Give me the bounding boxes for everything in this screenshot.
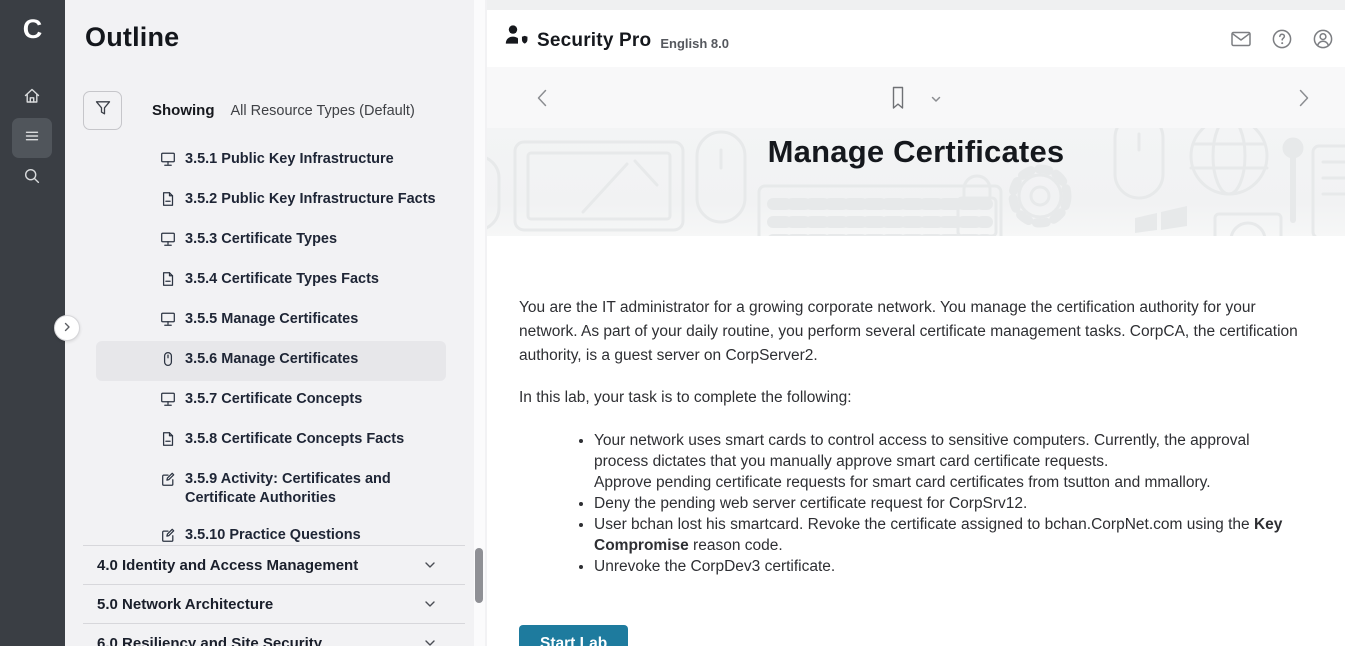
edit-icon <box>160 471 176 492</box>
task-list: Your network uses smart cards to control… <box>519 430 1305 577</box>
task-item: User bchan lost his smartcard. Revoke th… <box>594 514 1305 556</box>
filter-value: All Resource Types (Default) <box>231 103 415 119</box>
help-icon <box>1270 27 1294 51</box>
task-item: Unrevoke the CorpDev3 certificate. <box>594 556 1305 577</box>
outline-title: Outline <box>85 22 179 53</box>
outline-panel: Outline Showing All Resource Types (Defa… <box>65 0 487 646</box>
mail-icon <box>1229 27 1253 51</box>
start-lab-button[interactable]: Start Lab <box>519 625 628 646</box>
brand-c-logo: C <box>0 14 65 45</box>
home-icon <box>22 86 42 111</box>
document-icon <box>160 431 176 452</box>
outline-item-3-5-8[interactable]: 3.5.8 Certificate Concepts Facts <box>96 421 446 461</box>
task-item: Your network uses smart cards to control… <box>594 430 1305 493</box>
course-title: Security Pro <box>537 30 651 52</box>
home-button[interactable] <box>12 78 52 118</box>
filter-row: Showing All Resource Types (Default) <box>83 91 415 130</box>
search-button[interactable] <box>12 158 52 198</box>
section-6-0[interactable]: 6.0 Resiliency and Site Security <box>83 623 465 646</box>
top-strip <box>487 0 1345 10</box>
monitor-icon <box>160 311 176 332</box>
outline-item-3-5-2[interactable]: 3.5.2 Public Key Infrastructure Facts <box>96 181 446 221</box>
filter-label: Showing <box>152 102 215 119</box>
account-icon <box>1311 27 1335 51</box>
chevron-down-icon <box>929 92 943 106</box>
section-5-0[interactable]: 5.0 Network Architecture <box>83 584 465 623</box>
outline-item-3-5-4[interactable]: 3.5.4 Certificate Types Facts <box>96 261 446 301</box>
chevron-down-icon <box>423 636 437 646</box>
course-brand: Security Pro English 8.0 <box>503 23 729 52</box>
search-icon <box>22 166 42 191</box>
header-icons <box>1229 10 1335 67</box>
panel-collapse-toggle[interactable] <box>54 315 80 341</box>
account-button[interactable] <box>1311 27 1335 51</box>
outline-item-3-5-6-selected[interactable]: 3.5.6 Manage Certificates <box>96 341 446 381</box>
document-icon <box>160 271 176 292</box>
chevron-down-icon <box>423 558 437 577</box>
outline-menu-button[interactable] <box>12 118 52 158</box>
help-button[interactable] <box>1270 27 1294 51</box>
menu-icon <box>22 126 42 151</box>
monitor-icon <box>160 231 176 252</box>
filter-button[interactable] <box>83 91 122 130</box>
outline-scrollbar-track <box>474 0 485 646</box>
task-item: Deny the pending web server certificate … <box>594 493 1305 514</box>
outline-item-3-5-5[interactable]: 3.5.5 Manage Certificates <box>96 301 446 341</box>
outline-item-3-5-3[interactable]: 3.5.3 Certificate Types <box>96 221 446 261</box>
course-header: Security Pro English 8.0 <box>487 10 1345 68</box>
section-4-0[interactable]: 4.0 Identity and Access Management <box>83 545 465 584</box>
outline-item-3-5-9[interactable]: 3.5.9 Activity: Certificates and Certifi… <box>96 461 446 517</box>
outline-item-3-5-1[interactable]: 3.5.1 Public Key Infrastructure <box>96 141 446 181</box>
chevron-right-icon <box>62 319 72 337</box>
lab-content: You are the IT administrator for a growi… <box>487 236 1345 646</box>
monitor-icon <box>160 151 176 172</box>
bookmark-icon <box>889 85 907 111</box>
outline-scrollbar-thumb[interactable] <box>475 548 483 603</box>
task-intro-paragraph: In this lab, your task is to complete th… <box>519 386 1305 410</box>
mail-button[interactable] <box>1229 27 1253 51</box>
shield-person-icon <box>503 23 530 52</box>
bookmark-controls <box>487 67 1345 128</box>
filter-icon <box>94 99 112 122</box>
lesson-banner: Manage Certificates <box>487 128 1345 236</box>
document-icon <box>160 191 176 212</box>
bookmark-button[interactable] <box>889 85 907 111</box>
outline-item-3-5-7[interactable]: 3.5.7 Certificate Concepts <box>96 381 446 421</box>
outline-sections: 4.0 Identity and Access Management 5.0 N… <box>65 545 487 646</box>
chevron-down-icon <box>423 597 437 616</box>
next-lesson-button[interactable] <box>1291 86 1315 110</box>
main-area: Security Pro English 8.0 <box>487 0 1345 646</box>
mouse-icon <box>160 351 176 372</box>
page-title: Manage Certificates <box>487 134 1345 170</box>
scenario-paragraph: You are the IT administrator for a growi… <box>519 296 1305 368</box>
chevron-right-icon <box>1291 97 1315 114</box>
course-subtitle: English 8.0 <box>660 36 729 52</box>
outline-item-list: 3.5.1 Public Key Infrastructure 3.5.2 Pu… <box>96 141 446 557</box>
bookmark-dropdown-button[interactable] <box>929 92 943 106</box>
monitor-icon <box>160 391 176 412</box>
lesson-nav-toolbar <box>487 67 1345 129</box>
app-window: C Outline <box>0 0 1345 646</box>
